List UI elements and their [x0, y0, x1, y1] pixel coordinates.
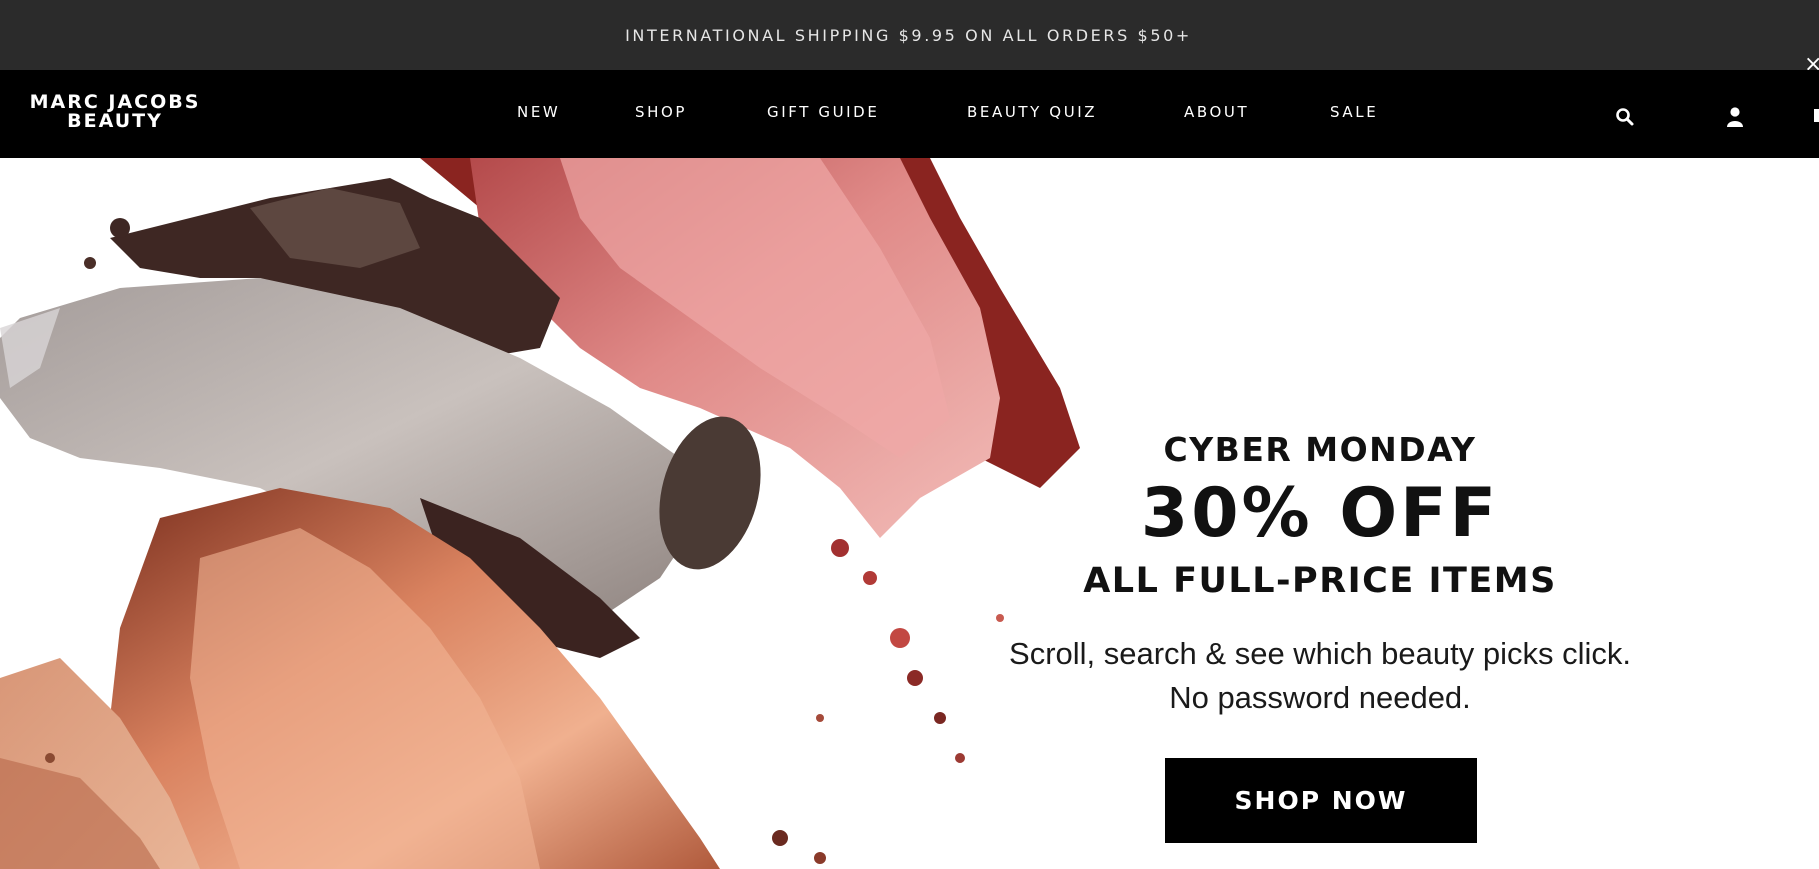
nav-item-sale[interactable]: SALE: [1330, 103, 1378, 121]
hero-subheadline: ALL FULL-PRICE ITEMS: [1083, 561, 1557, 601]
nav-item-new[interactable]: NEW: [517, 103, 560, 121]
promo-text: INTERNATIONAL SHIPPING $9.95 ON ALL ORDE…: [625, 25, 1192, 45]
hero-headline: 30% OFF: [1140, 474, 1500, 553]
eyeshadow-swatch-image: [0, 158, 1080, 869]
bag-icon[interactable]: [1814, 109, 1819, 122]
site-header: MARC JACOBS BEAUTY NEW SHOP GIFT GUIDE B…: [0, 70, 1819, 158]
nav-item-gift-guide[interactable]: GIFT GUIDE: [767, 103, 879, 121]
main-nav: NEW SHOP GIFT GUIDE BEAUTY QUIZ ABOUT SA…: [0, 70, 1819, 158]
hero-banner: CYBER MONDAY 30% OFF ALL FULL-PRICE ITEM…: [0, 158, 1819, 869]
account-icon[interactable]: [1724, 106, 1746, 128]
nav-item-about[interactable]: ABOUT: [1184, 103, 1249, 121]
shop-now-button[interactable]: SHOP NOW: [1165, 758, 1477, 843]
hero-body-line-1: Scroll, search & see which beauty picks …: [1009, 636, 1631, 671]
nav-item-beauty-quiz[interactable]: BEAUTY QUIZ: [967, 103, 1097, 121]
nav-item-shop[interactable]: SHOP: [635, 103, 687, 121]
hero-body: Scroll, search & see which beauty picks …: [960, 632, 1680, 720]
promo-bar: INTERNATIONAL SHIPPING $9.95 ON ALL ORDE…: [0, 0, 1819, 70]
hero-body-line-2: No password needed.: [1169, 680, 1471, 715]
search-icon[interactable]: [1614, 106, 1636, 128]
hero-eyebrow: CYBER MONDAY: [1163, 430, 1477, 469]
